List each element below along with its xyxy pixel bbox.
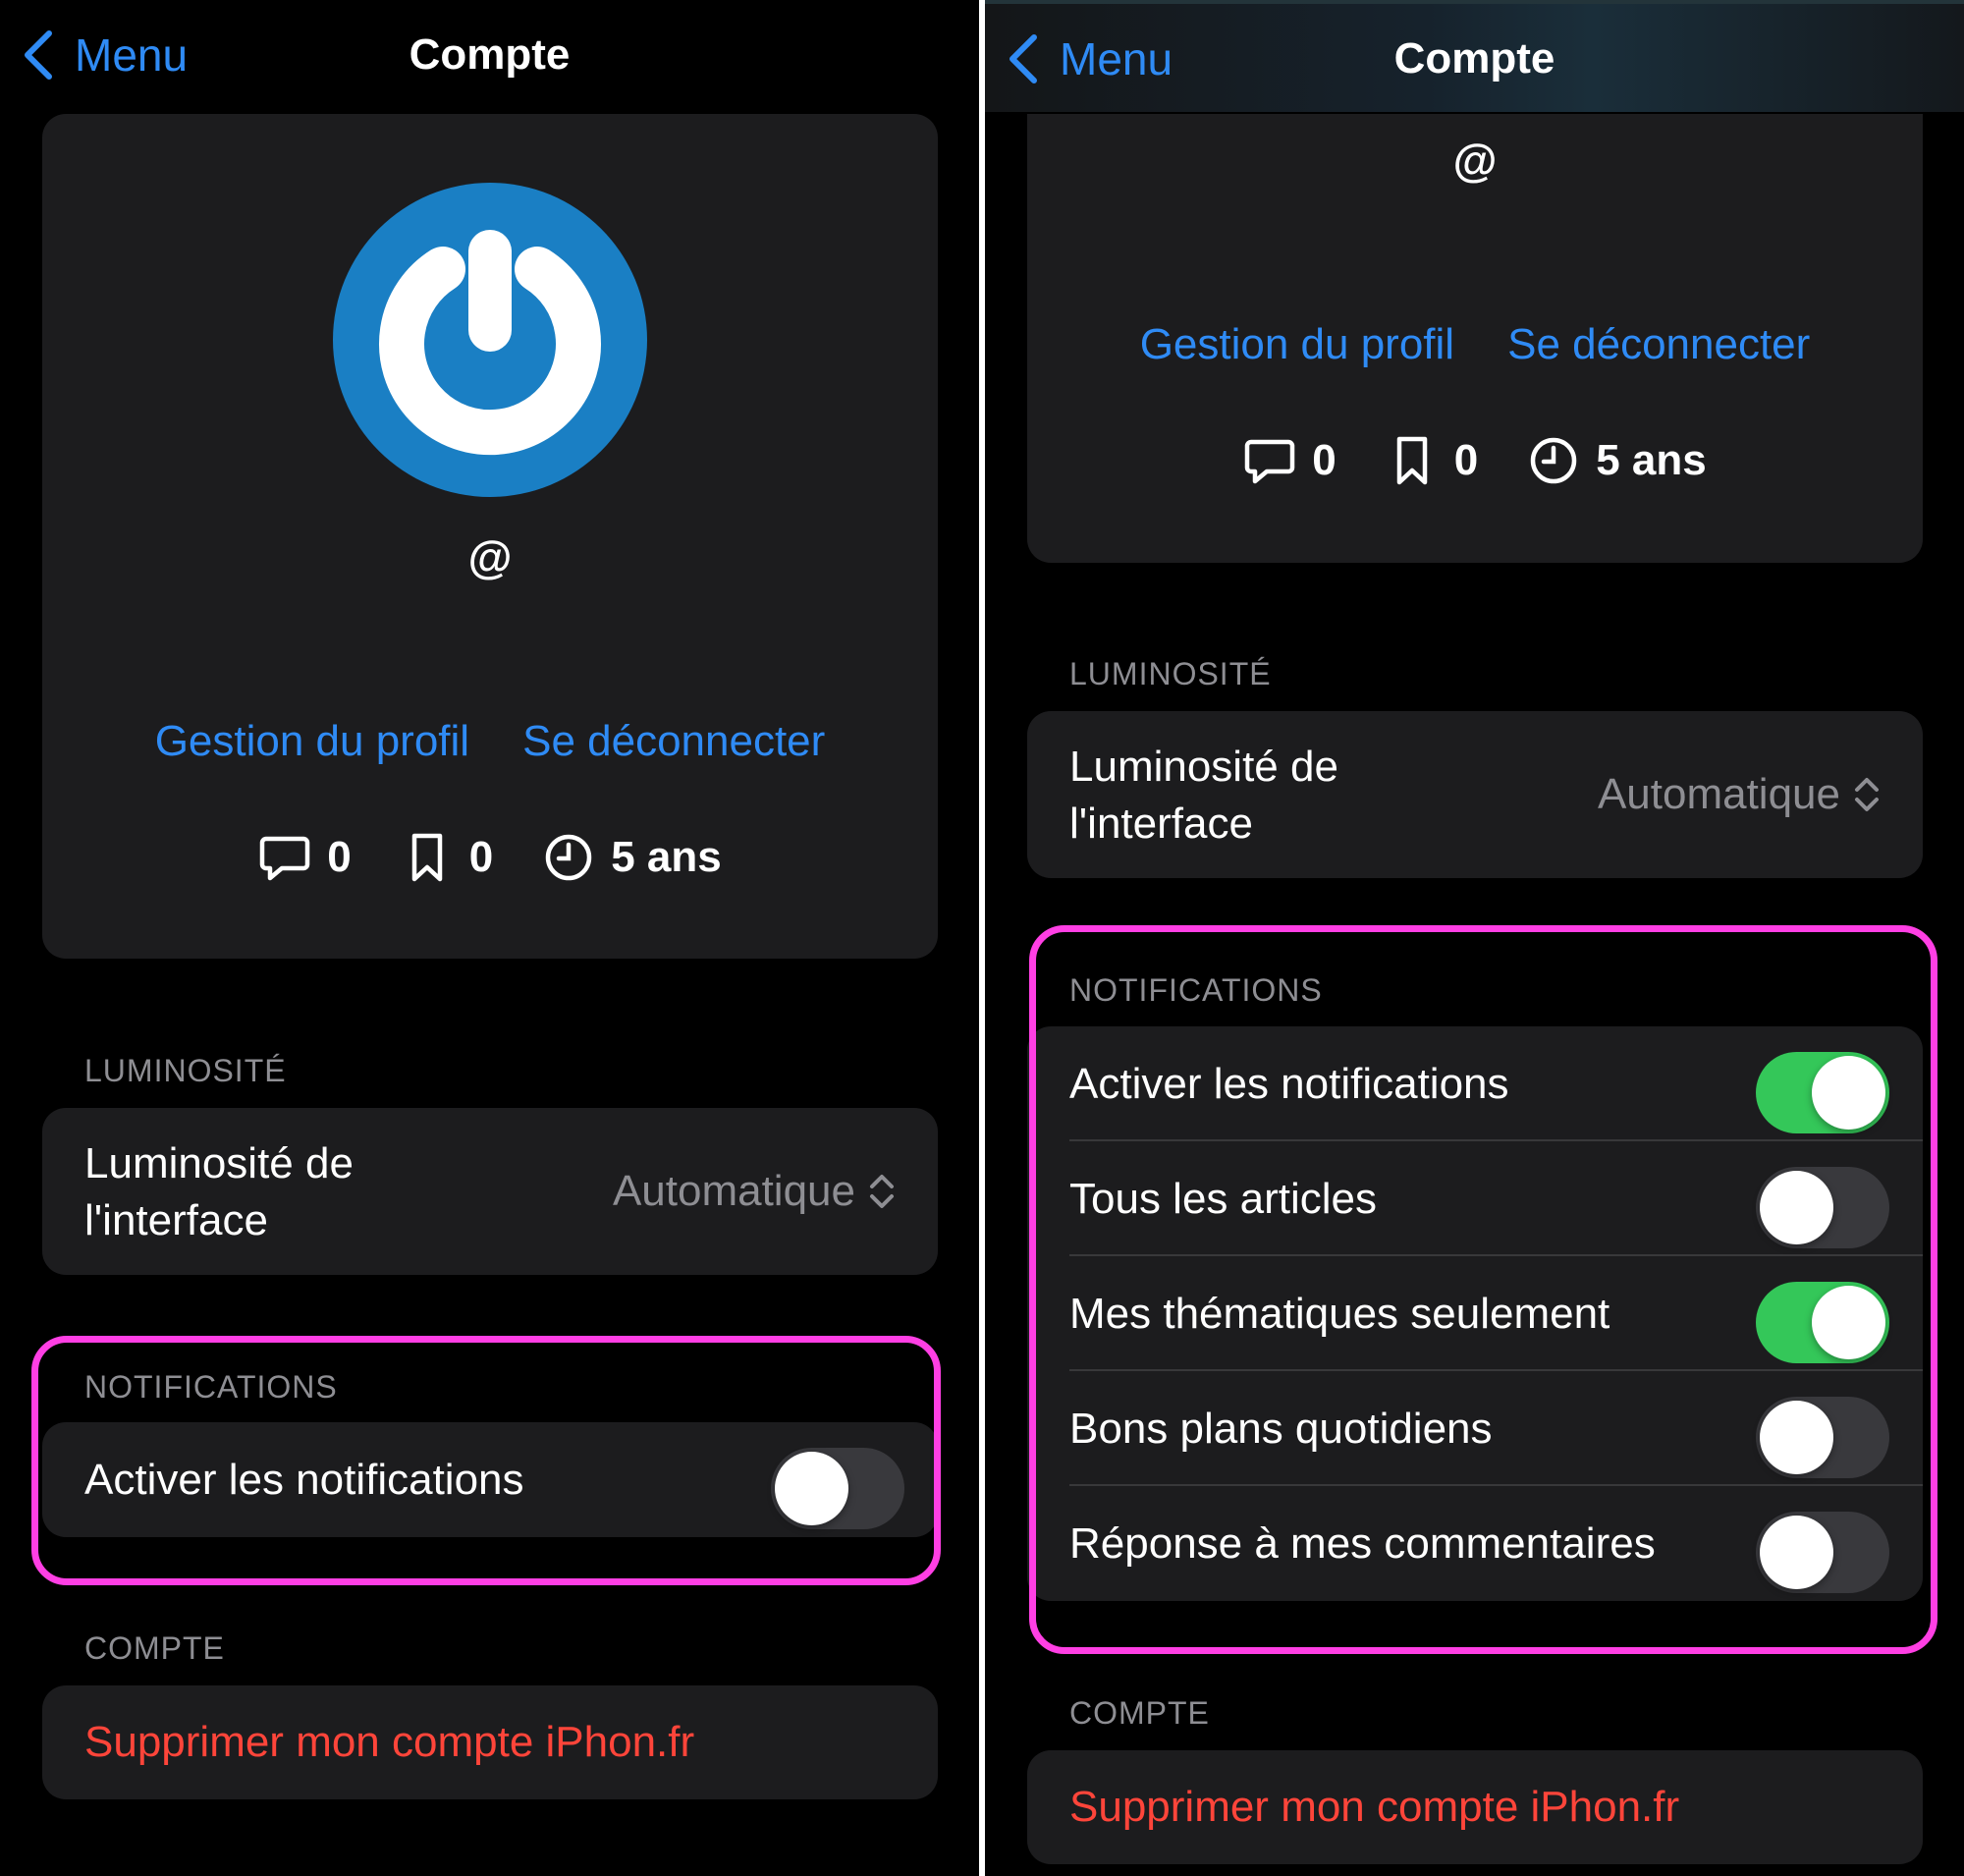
profile-card: @ Gestion du profil Se déconnecter 0 0 5… xyxy=(1027,114,1923,563)
profile-stats: 0 0 5 ans xyxy=(42,831,938,884)
comments-stat: 0 xyxy=(258,831,352,884)
comments-count: 0 xyxy=(327,833,352,881)
account-section-label: COMPTE xyxy=(1069,1695,1210,1731)
luminosity-row-title: Luminosité de l'interface xyxy=(1069,739,1338,853)
left-screenshot: Menu Compte @ Gestion du profil Se décon… xyxy=(0,0,979,1876)
luminosity-title-line1: Luminosité de xyxy=(84,1139,354,1187)
notification-row-label: Réponse à mes commentaires xyxy=(1069,1519,1656,1568)
comment-replies-toggle[interactable] xyxy=(1756,1512,1889,1593)
delete-account-button[interactable]: Supprimer mon compte iPhon.fr xyxy=(1069,1750,1679,1864)
seniority-stat: 5 ans xyxy=(542,831,722,884)
luminosity-select[interactable]: Automatique xyxy=(1598,711,1882,878)
account-section-label: COMPTE xyxy=(84,1630,225,1666)
profile-stats: 0 0 5 ans xyxy=(1027,434,1923,487)
notification-row-label: Bons plans quotidiens xyxy=(1069,1405,1493,1453)
profile-links: Gestion du profil Se déconnecter xyxy=(42,717,938,766)
delete-account-button[interactable]: Supprimer mon compte iPhon.fr xyxy=(84,1685,694,1799)
luminosity-value: Automatique xyxy=(612,1167,855,1215)
notification-row: Activer les notifications xyxy=(42,1422,938,1537)
manage-profile-link[interactable]: Gestion du profil xyxy=(155,717,469,766)
luminosity-select[interactable]: Automatique xyxy=(613,1108,897,1275)
luminosity-title-line2: l'interface xyxy=(84,1196,268,1244)
delete-account-row[interactable]: Supprimer mon compte iPhon.fr xyxy=(42,1685,938,1799)
all-articles-toggle[interactable] xyxy=(1756,1167,1889,1248)
notification-row: Tous les articles xyxy=(1027,1141,1923,1256)
up-down-chevron-icon xyxy=(1855,778,1879,811)
manage-profile-link[interactable]: Gestion du profil xyxy=(1140,320,1454,369)
clock-icon xyxy=(545,834,592,881)
notification-row-label: Tous les articles xyxy=(1069,1175,1378,1223)
seniority-value: 5 ans xyxy=(611,833,722,881)
enable-notifications-toggle[interactable] xyxy=(1756,1052,1889,1133)
bookmarks-count: 0 xyxy=(1453,436,1479,484)
delete-account-row[interactable]: Supprimer mon compte iPhon.fr xyxy=(1027,1750,1923,1864)
toggle-knob xyxy=(1812,1056,1885,1130)
notification-row-label: Mes thématiques seulement xyxy=(1069,1290,1610,1338)
logout-link[interactable]: Se déconnecter xyxy=(1507,320,1810,369)
bookmarks-stat: 0 xyxy=(401,831,493,884)
my-topics-toggle[interactable] xyxy=(1756,1282,1889,1363)
seniority-stat: 5 ans xyxy=(1527,434,1707,487)
notification-row: Réponse à mes commentaires xyxy=(1027,1486,1923,1601)
bookmarks-stat: 0 xyxy=(1386,434,1478,487)
notifications-list: Activer les notifications xyxy=(42,1422,938,1537)
logout-link[interactable]: Se déconnecter xyxy=(522,717,825,766)
speech-bubble-icon xyxy=(260,836,310,881)
right-screenshot: @ Gestion du profil Se déconnecter 0 0 5… xyxy=(985,0,1964,1876)
comments-count: 0 xyxy=(1312,436,1337,484)
bookmark-icon xyxy=(411,833,442,882)
notifications-list: Activer les notifications Tous les artic… xyxy=(1027,1026,1923,1601)
luminosity-value: Automatique xyxy=(1597,770,1840,818)
user-handle: @ xyxy=(1452,135,1498,186)
luminosity-title-line1: Luminosité de xyxy=(1069,743,1338,791)
luminosity-section-label: LUMINOSITÉ xyxy=(1069,656,1272,691)
page-title: Compte xyxy=(409,30,571,79)
bookmark-icon xyxy=(1396,436,1427,485)
bookmarks-count: 0 xyxy=(468,833,494,881)
comments-stat: 0 xyxy=(1243,434,1337,487)
notification-row: Bons plans quotidiens xyxy=(1027,1371,1923,1486)
enable-notifications-toggle[interactable] xyxy=(771,1448,904,1529)
toggle-knob xyxy=(1760,1171,1833,1244)
luminosity-title-line2: l'interface xyxy=(1069,800,1253,848)
page-title: Compte xyxy=(1393,34,1555,83)
profile-card: @ Gestion du profil Se déconnecter 0 0 5… xyxy=(42,114,938,959)
notification-row-label: Activer les notifications xyxy=(1069,1060,1509,1108)
notification-row: Mes thématiques seulement xyxy=(1027,1256,1923,1371)
nav-bar: Menu Compte xyxy=(0,0,979,112)
nav-bar: Menu Compte xyxy=(985,0,1964,112)
luminosity-row[interactable]: Luminosité de l'interface Automatique xyxy=(42,1108,938,1275)
toggle-knob xyxy=(1812,1286,1885,1359)
notification-row-label: Activer les notifications xyxy=(84,1456,524,1504)
notifications-section-label: NOTIFICATIONS xyxy=(1069,972,1323,1008)
notification-row: Activer les notifications xyxy=(1027,1026,1923,1141)
toggle-knob xyxy=(1760,1401,1833,1474)
user-handle: @ xyxy=(467,531,513,582)
seniority-value: 5 ans xyxy=(1596,436,1707,484)
notifications-section-label: NOTIFICATIONS xyxy=(84,1369,338,1405)
profile-links: Gestion du profil Se déconnecter xyxy=(1027,320,1923,369)
speech-bubble-icon xyxy=(1245,439,1295,484)
power-logo-icon xyxy=(333,183,647,497)
up-down-chevron-icon xyxy=(870,1175,894,1208)
luminosity-row[interactable]: Luminosité de l'interface Automatique xyxy=(1027,711,1923,878)
luminosity-section-label: LUMINOSITÉ xyxy=(84,1053,287,1088)
daily-deals-toggle[interactable] xyxy=(1756,1397,1889,1478)
luminosity-row-title: Luminosité de l'interface xyxy=(84,1135,354,1249)
clock-icon xyxy=(1530,437,1577,484)
toggle-knob xyxy=(1760,1516,1833,1589)
toggle-knob xyxy=(775,1452,848,1525)
